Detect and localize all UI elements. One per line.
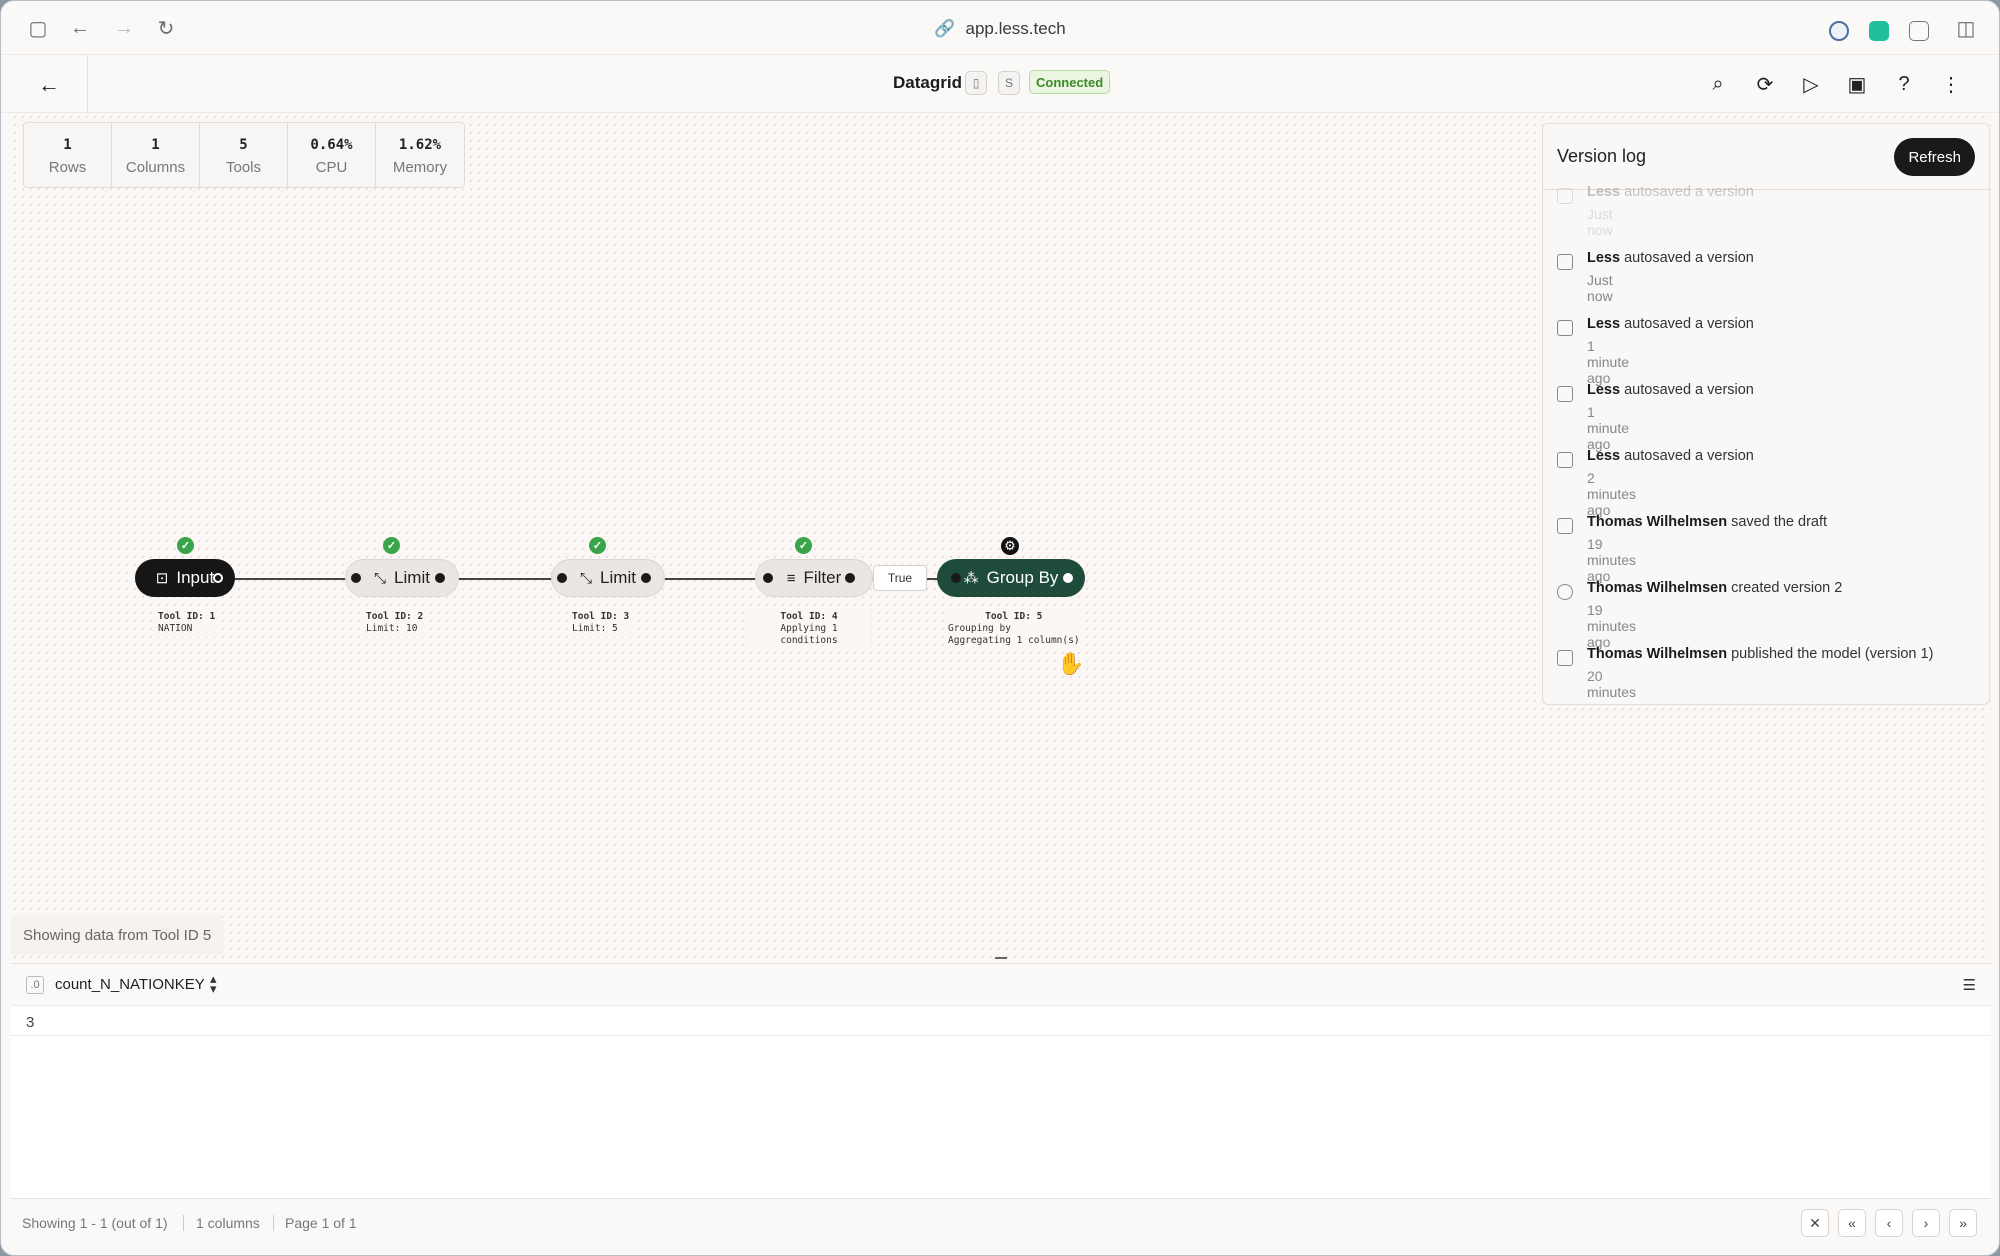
autosave-icon (1557, 452, 1573, 468)
extension-icon-3[interactable] (1909, 21, 1929, 41)
more-icon[interactable]: ⋮ (1937, 70, 1965, 98)
run-icon[interactable]: ▷ (1797, 70, 1825, 98)
column-header[interactable]: .0 count_N_NATIONKEY ▴ ▾ ☰ (11, 964, 1991, 1006)
connection-1-2 (227, 578, 357, 580)
output-port[interactable] (435, 573, 445, 583)
output-port[interactable] (845, 573, 855, 583)
stat-memory: 1.62% Memory (392, 137, 448, 176)
link-icon: 🔗 (934, 19, 956, 38)
stat-columns: 1 Columns (112, 123, 200, 187)
back-button[interactable]: ← (35, 71, 63, 99)
prev-page-icon[interactable]: ‹ (1875, 1209, 1903, 1237)
tool-meta-3: Tool ID: 3 Limit: 5 (569, 609, 633, 637)
footer-divider (273, 1215, 274, 1231)
save-icon (1557, 518, 1573, 534)
input-port[interactable] (763, 573, 773, 583)
output-port[interactable] (641, 573, 651, 583)
version-log-title: Version log (1557, 146, 1647, 166)
output-port[interactable] (1063, 573, 1073, 583)
app-window: ▢ ← → ↻ 🔗 app.less.tech ◫ ← Datagrid ▯ S … (0, 0, 2000, 1256)
page-title: Datagrid (893, 73, 962, 92)
data-grid: .0 count_N_NATIONKEY ▴ ▾ ☰ 3 (11, 963, 1991, 1198)
extension-icon-1[interactable] (1829, 21, 1849, 41)
stats-bar: 1 Rows 1 Columns 5 Tools 0.64% CPU 1.62% Memo… (23, 122, 465, 188)
tool-meta-4: Tool ID: 4 Applying 1 conditions (747, 609, 871, 649)
extension-icon-2[interactable] (1869, 21, 1889, 41)
numeric-type-icon: .0 (26, 976, 44, 994)
version-log-panel: Version log Refresh Less autosaved a ver… (1542, 123, 1990, 705)
app-header: ← Datagrid ▯ S Connected ⌕ ⟳ ▷ ▣ ? ⋮ (1, 55, 1999, 113)
header-divider (87, 55, 88, 113)
url-text: app.less.tech (965, 19, 1066, 38)
stat-cpu: 0.64% CPU (288, 123, 376, 187)
autosave-icon (1557, 386, 1573, 402)
row-divider (11, 1035, 1991, 1036)
refresh-button[interactable]: Refresh (1894, 138, 1975, 176)
save-icon[interactable]: ▣ (1843, 70, 1871, 98)
browser-toolbar: ▢ ← → ↻ 🔗 app.less.tech ◫ (1, 1, 1999, 55)
first-page-icon[interactable]: « (1838, 1209, 1866, 1237)
group-icon: ⁂ (963, 570, 979, 587)
output-port[interactable] (213, 573, 223, 583)
check-icon: ✓ (589, 537, 606, 554)
filter-icon[interactable]: ☰ (1963, 976, 1976, 994)
refresh-icon[interactable]: ⟳ (1751, 70, 1779, 98)
column-count: 1 columns (196, 1215, 260, 1231)
canvas-status: Showing data from Tool ID 5 (11, 915, 224, 955)
tool-meta-2: Tool ID: 2 Limit: 10 (363, 609, 427, 637)
compress-icon: ⤡ (374, 569, 387, 587)
shortcut-chip[interactable]: S (998, 71, 1020, 95)
last-page-icon[interactable]: » (1949, 1209, 1977, 1237)
help-icon[interactable]: ? (1890, 70, 1918, 98)
clear-icon[interactable]: ✕ (1801, 1209, 1829, 1237)
filter-icon: ≡ (786, 569, 796, 587)
compress-icon: ⤡ (580, 569, 593, 587)
publish-check-icon (1557, 650, 1573, 666)
search-icon[interactable]: ⌕ (1704, 70, 1732, 98)
autosave-icon (1557, 254, 1573, 270)
version-log-header: Version log Refresh (1543, 124, 1989, 190)
stat-tools: 5 Tools (200, 123, 288, 187)
input-port[interactable] (351, 573, 361, 583)
input-icon: ⊡ (155, 570, 169, 587)
input-port[interactable] (557, 573, 567, 583)
filter-true-branch[interactable]: True (873, 565, 927, 591)
footer-divider (183, 1215, 184, 1231)
tool-meta-5: Tool ID: 5 Grouping by Aggregating 1 colum… (945, 609, 1083, 649)
showing-count: Showing 1 - 1 (out of 1) (22, 1215, 168, 1231)
hand-cursor-icon: ✋ (1057, 651, 1085, 676)
address-bar[interactable]: 🔗 app.less.tech (1, 19, 1999, 39)
document-chip-icon[interactable]: ▯ (965, 71, 987, 95)
next-page-icon[interactable]: › (1912, 1209, 1940, 1237)
status-badge: Connected (1029, 70, 1111, 94)
history-icon (1557, 584, 1573, 600)
stat-rows: 1 Rows (24, 123, 112, 187)
input-port[interactable] (951, 573, 961, 583)
check-icon: ✓ (383, 537, 400, 554)
autosave-icon (1557, 188, 1573, 204)
workflow-canvas[interactable]: 1 Rows 1 Columns 5 Tools 0.64% CPU 1.62% Memo… (11, 113, 1991, 961)
check-icon: ✓ (795, 537, 812, 554)
page-indicator: Page 1 of 1 (285, 1215, 357, 1231)
autosave-icon (1557, 320, 1573, 336)
tool-meta-1: Tool ID: 1 NATION (155, 609, 219, 637)
table-cell[interactable]: 3 (26, 1014, 34, 1031)
grid-footer: Showing 1 - 1 (out of 1) 1 columns Page … (11, 1198, 1991, 1246)
column-name[interactable]: count_N_NATIONKEY (55, 976, 205, 993)
check-icon: ✓ (177, 537, 194, 554)
gear-icon[interactable]: ⚙ (1001, 537, 1019, 555)
sort-icon[interactable]: ▴ ▾ (210, 972, 217, 995)
split-view-icon[interactable]: ◫ (1953, 15, 1979, 41)
